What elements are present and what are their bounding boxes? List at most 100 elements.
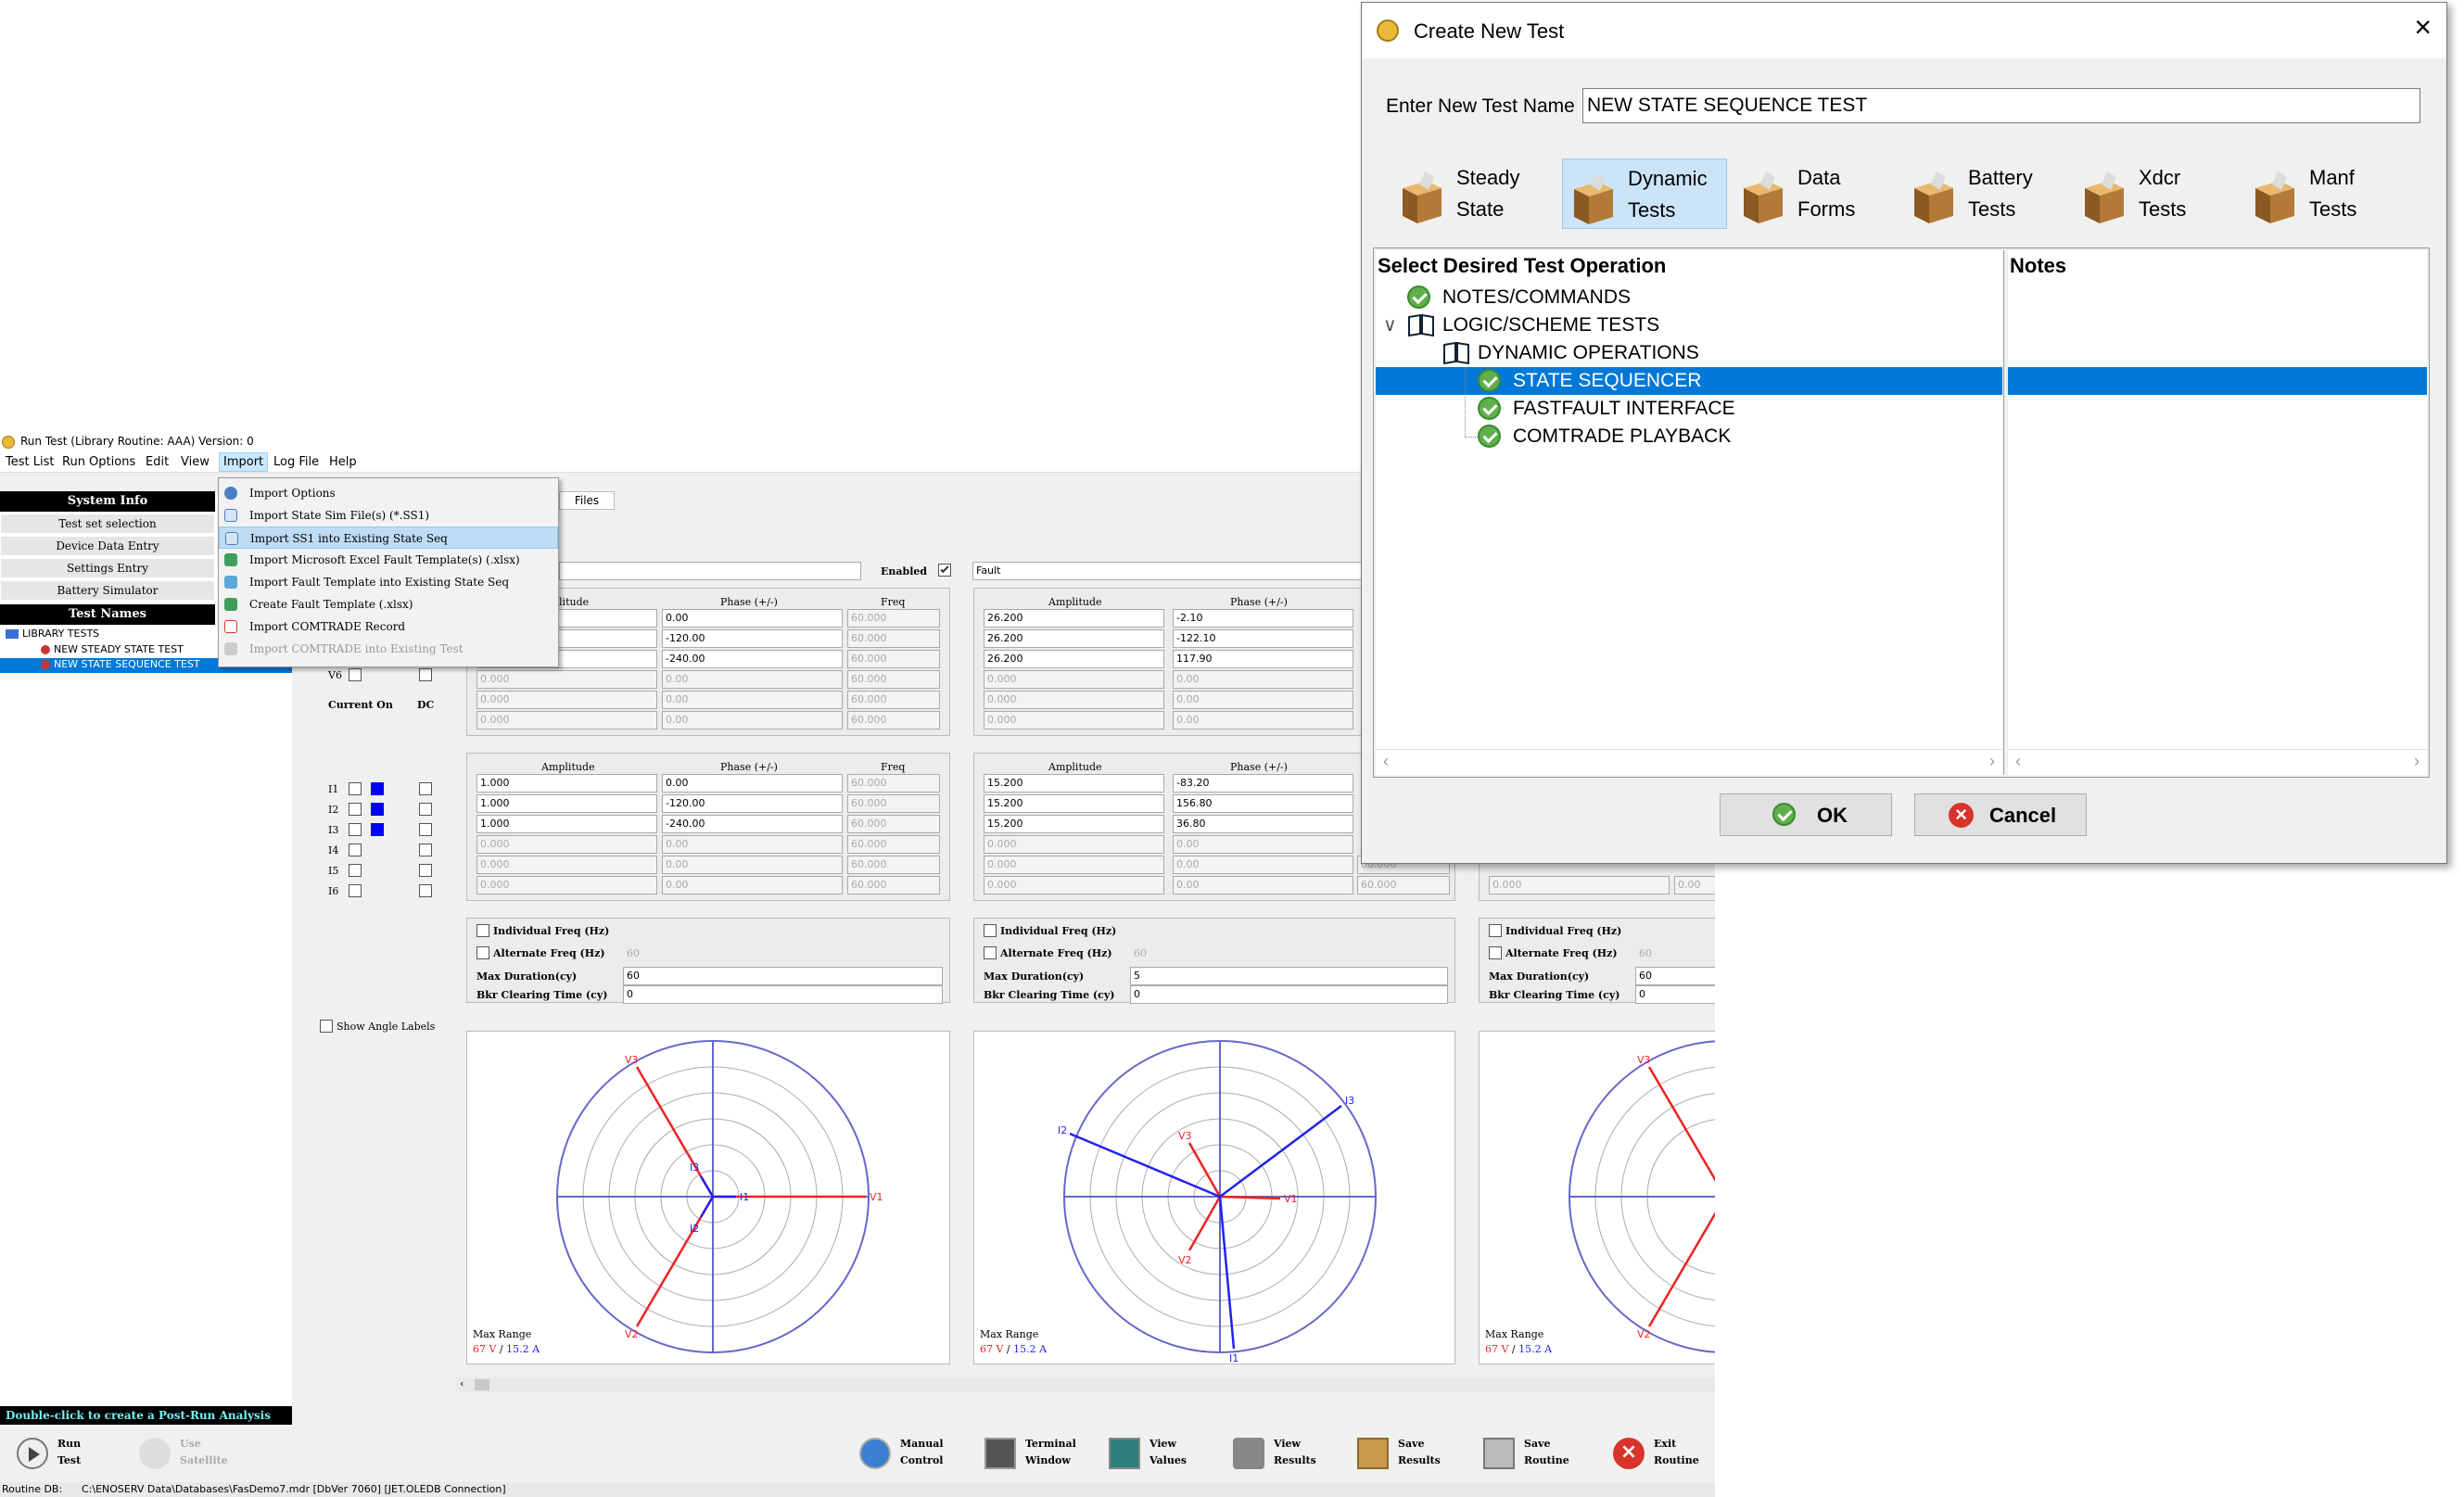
device-data-entry-button[interactable]: Device Data Entry (0, 536, 215, 556)
individual-freq-checkbox[interactable] (476, 924, 489, 937)
s3-max-duration[interactable]: 60 (1635, 967, 1715, 985)
s2-i6-amp[interactable]: 0.000 (984, 876, 1164, 894)
notes-hscrollbar[interactable]: ‹ › (2008, 749, 2427, 773)
tree-dynamic-operations[interactable]: DYNAMIC OPERATIONS (1443, 339, 1699, 367)
scroll-right-arrow[interactable]: › (2414, 752, 2420, 771)
s2-i5-phase[interactable]: 0.00 (1173, 856, 1353, 874)
menu-import-ss1-existing[interactable]: Import SS1 into Existing State Seq (219, 526, 558, 549)
menu-create-fault-template[interactable]: Create Fault Template (.xlsx) (219, 593, 558, 615)
s2-v2-phase[interactable]: -122.10 (1173, 629, 1353, 648)
s1-i5-freq[interactable]: 60.000 (847, 856, 940, 874)
cancel-button[interactable]: × Cancel (1914, 793, 2087, 836)
enabled-checkbox[interactable] (938, 564, 951, 577)
scroll-left-arrow[interactable]: ‹ (460, 1377, 464, 1389)
scroll-right-arrow[interactable]: › (1989, 752, 1995, 771)
v6-checkbox[interactable] (349, 668, 362, 681)
s1-v3-phase[interactable]: -240.00 (662, 650, 843, 668)
individual-freq-checkbox[interactable] (1489, 924, 1502, 937)
s1-i3-amp[interactable]: 1.000 (476, 815, 657, 833)
tab-files[interactable]: Files (559, 491, 615, 510)
menu-import[interactable]: Import (219, 452, 269, 472)
i4-dc-checkbox[interactable] (419, 844, 432, 856)
s1-i1-freq[interactable]: 60.000 (847, 774, 940, 793)
s3-i6-phase[interactable]: 0.00 (1674, 876, 1715, 894)
s1-v6-phase[interactable]: 0.00 (662, 711, 843, 729)
s2-v2-amp[interactable]: 26.200 (984, 629, 1164, 648)
s1-i6-phase[interactable]: 0.00 (662, 876, 843, 894)
i5-dc-checkbox[interactable] (419, 864, 432, 877)
test-name-input[interactable]: NEW STATE SEQUENCE TEST (1582, 88, 2420, 123)
s2-i3-phase[interactable]: 36.80 (1173, 815, 1353, 833)
menu-import-fault-template[interactable]: Import Fault Template into Existing Stat… (219, 571, 558, 593)
operations-hscrollbar[interactable]: ‹ › (1376, 749, 2002, 773)
menu-import-ss1-files[interactable]: Import State Sim File(s) (*.SS1) (219, 504, 558, 526)
alternate-freq-checkbox[interactable] (984, 946, 997, 959)
menu-help[interactable]: Help (329, 455, 357, 469)
i5-checkbox[interactable] (349, 864, 362, 877)
s1-i1-phase[interactable]: 0.00 (662, 774, 843, 793)
fault-state-name-field[interactable]: Fault (972, 562, 1362, 580)
scroll-thumb[interactable] (475, 1379, 489, 1390)
s1-i6-amp[interactable]: 0.000 (476, 876, 657, 894)
show-angle-labels-checkbox[interactable] (320, 1020, 333, 1033)
s1-v1-freq[interactable]: 60.000 (847, 609, 940, 628)
category-dynamic-tests[interactable]: Dynamic Tests (1562, 159, 1727, 229)
chevron-down-icon[interactable]: ∨ (1383, 313, 1397, 336)
s2-v6-amp[interactable]: 0.000 (984, 711, 1164, 729)
s1-v5-freq[interactable]: 60.000 (847, 691, 940, 709)
i3-dc-checkbox[interactable] (419, 823, 432, 836)
menu-view[interactable]: View (181, 455, 210, 469)
run-test-button[interactable]: Run Test (17, 1434, 128, 1475)
settings-entry-button[interactable]: Settings Entry (0, 558, 215, 578)
i2-dc-checkbox[interactable] (419, 803, 432, 816)
menu-import-options[interactable]: Import Options (219, 482, 558, 504)
s2-i2-phase[interactable]: 156.80 (1173, 794, 1353, 813)
s1-v6-amp[interactable]: 0.000 (476, 711, 657, 729)
battery-simulator-button[interactable]: Battery Simulator (0, 580, 215, 601)
s3-i6-amp[interactable]: 0.000 (1489, 876, 1670, 894)
s3-bkr-clearing[interactable]: 0 (1635, 985, 1715, 1004)
i6-checkbox[interactable] (349, 884, 362, 897)
s1-i2-amp[interactable]: 1.000 (476, 794, 657, 813)
s2-i4-phase[interactable]: 0.00 (1173, 835, 1353, 854)
i6-dc-checkbox[interactable] (419, 884, 432, 897)
i2-checkbox[interactable] (349, 803, 362, 816)
category-data-forms[interactable]: Data Forms (1733, 159, 1898, 229)
s2-i6-phase[interactable]: 0.00 (1173, 876, 1353, 894)
s1-v4-freq[interactable]: 60.000 (847, 670, 940, 689)
scroll-left-arrow[interactable]: ‹ (1383, 752, 1389, 771)
i1-checkbox[interactable] (349, 782, 362, 795)
save-results-button[interactable]: Save Results (1357, 1434, 1468, 1475)
scroll-left-arrow[interactable]: ‹ (2015, 752, 2021, 771)
close-icon[interactable]: × (2414, 12, 2432, 42)
s1-i4-freq[interactable]: 60.000 (847, 835, 940, 854)
s2-i6-freq[interactable]: 60.000 (1357, 876, 1450, 894)
i3-checkbox[interactable] (349, 823, 362, 836)
s2-i2-amp[interactable]: 15.200 (984, 794, 1164, 813)
s1-v2-phase[interactable]: -120.00 (662, 629, 843, 648)
s1-i4-phase[interactable]: 0.00 (662, 835, 843, 854)
s2-v5-amp[interactable]: 0.000 (984, 691, 1164, 709)
v6-dc-checkbox[interactable] (419, 668, 432, 681)
s1-i2-freq[interactable]: 60.000 (847, 794, 940, 813)
category-battery-tests[interactable]: Battery Tests (1903, 159, 2068, 229)
exit-routine-button[interactable]: × Exit Routine (1613, 1434, 1715, 1475)
save-routine-button[interactable]: Save Routine (1483, 1434, 1594, 1475)
individual-freq-checkbox[interactable] (984, 924, 997, 937)
s1-i6-freq[interactable]: 60.000 (847, 876, 940, 894)
s2-i1-phase[interactable]: -83.20 (1173, 774, 1353, 793)
state-name-field[interactable] (559, 562, 861, 580)
s2-v6-phase[interactable]: 0.00 (1173, 711, 1353, 729)
s2-v5-phase[interactable]: 0.00 (1173, 691, 1353, 709)
s1-bkr-clearing[interactable]: 0 (623, 985, 943, 1004)
terminal-window-button[interactable]: Terminal Window (984, 1434, 1096, 1475)
menu-import-excel-template[interactable]: Import Microsoft Excel Fault Template(s)… (219, 549, 558, 571)
menu-log-file[interactable]: Log File (273, 455, 319, 469)
ok-button[interactable]: OK (1720, 793, 1892, 836)
s1-i1-amp[interactable]: 1.000 (476, 774, 657, 793)
s1-i2-phase[interactable]: -120.00 (662, 794, 843, 813)
menu-run-options[interactable]: Run Options (62, 455, 135, 469)
s1-max-duration[interactable]: 60 (623, 967, 943, 985)
s2-v3-amp[interactable]: 26.200 (984, 650, 1164, 668)
s1-v5-phase[interactable]: 0.00 (662, 691, 843, 709)
